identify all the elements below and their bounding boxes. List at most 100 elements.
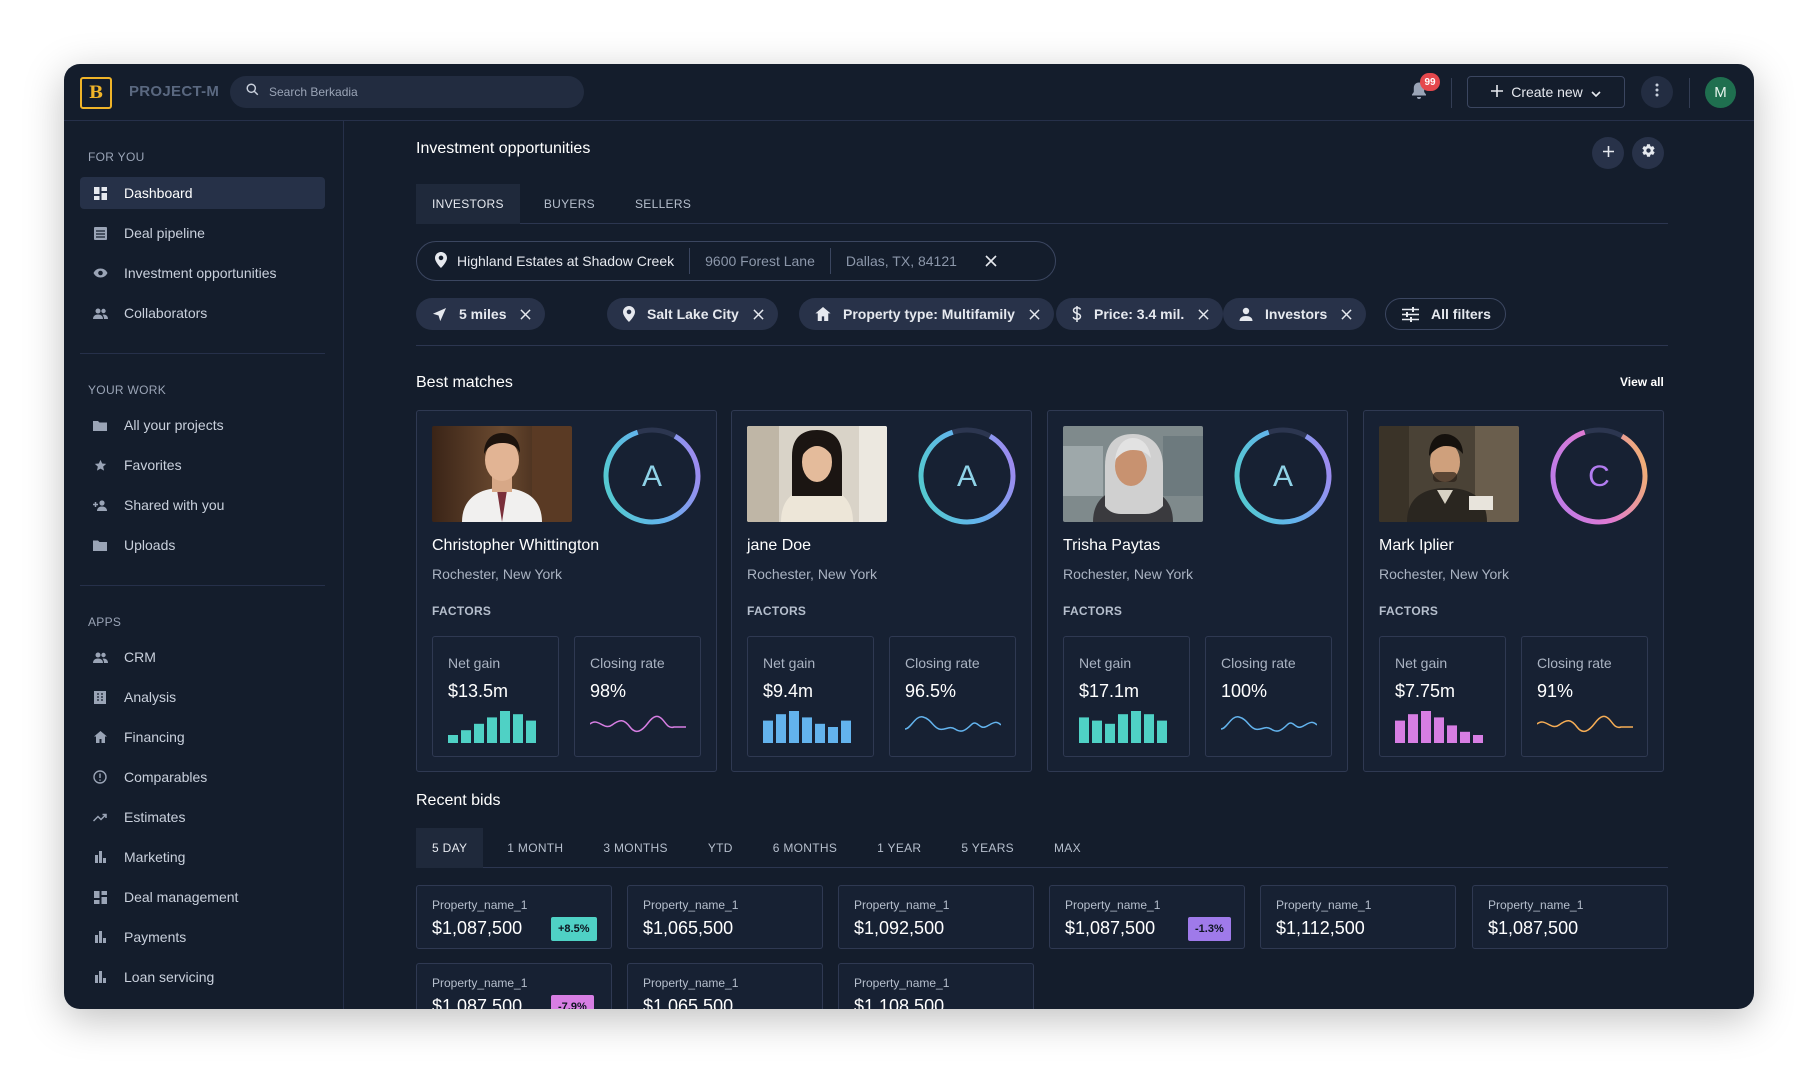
sidebar-item-loan-servicing[interactable]: Loan servicing [80, 961, 325, 993]
bid-card[interactable]: Property_name_1 $1,065,500 [627, 885, 823, 949]
range-tab-5-day[interactable]: 5 DAY [416, 828, 484, 868]
bid-card[interactable]: Property_name_1 $1,065,500 [627, 963, 823, 1009]
bid-card[interactable]: Property_name_1 $1,087,500 -1.3% [1049, 885, 1245, 949]
app-logo[interactable]: B [80, 77, 112, 109]
divider [1451, 78, 1452, 108]
investor-name: jane Doe [747, 537, 812, 554]
property-name: Property_name_1 [643, 976, 739, 990]
location-address: 9600 Forest Lane [705, 253, 815, 269]
sidebar-item-deal-management[interactable]: Deal management [80, 881, 325, 913]
sidebar-item-label: Shared with you [124, 497, 225, 513]
range-tab-max[interactable]: MAX [1038, 828, 1097, 868]
sidebar-item-label: All your projects [124, 417, 224, 433]
top-bar: B PROJECT-M 99 Create new M [64, 64, 1754, 121]
close-icon[interactable] [985, 255, 997, 267]
close-icon[interactable] [1198, 308, 1209, 320]
create-new-button[interactable]: Create new [1467, 76, 1625, 108]
range-tab-5-years[interactable]: 5 YEARS [945, 828, 1030, 868]
sidebar-item-investment-opportunities[interactable]: Investment opportunities [80, 257, 325, 289]
filter-chip-label: Investors [1265, 306, 1328, 322]
search-input[interactable] [269, 85, 549, 99]
filter-sliders-icon [1402, 306, 1419, 322]
tab-sellers[interactable]: SELLERS [619, 184, 707, 224]
closing-rate-label: Closing rate [1221, 655, 1296, 671]
investor-location: Rochester, New York [1379, 566, 1509, 582]
factors-label: FACTORS [747, 604, 807, 618]
net-gain-bar [1395, 720, 1405, 743]
match-card[interactable]: A jane Doe Rochester, New York FACTORS N… [731, 410, 1032, 772]
investor-location: Rochester, New York [1063, 566, 1193, 582]
sidebar-item-all-your-projects[interactable]: All your projects [80, 409, 325, 441]
filter-chip-price[interactable]: Price: 3.4 mil. [1056, 298, 1224, 330]
filter-chip-distance[interactable]: 5 miles [416, 298, 546, 330]
sidebar-item-collaborators[interactable]: Collaborators [80, 297, 325, 329]
net-gain-box: Net gain $9.4m [747, 636, 874, 757]
match-card[interactable]: C Mark Iplier Rochester, New York FACTOR… [1363, 410, 1664, 772]
bid-card[interactable]: Property_name_1 $1,087,500 +8.5% [416, 885, 612, 949]
bid-card[interactable]: Property_name_1 $1,087,500 -7.9% [416, 963, 612, 1009]
all-filters-button[interactable]: All filters [1385, 298, 1506, 330]
eye-icon [92, 265, 108, 281]
range-tab-1-month[interactable]: 1 MONTH [491, 828, 579, 868]
match-card[interactable]: A Christopher Whittington Rochester, New… [416, 410, 717, 772]
location-filter[interactable]: Highland Estates at Shadow Creek 9600 Fo… [416, 241, 1056, 281]
close-icon[interactable] [520, 308, 532, 320]
factors-label: FACTORS [1379, 604, 1439, 618]
range-tab-3-months[interactable]: 3 MONTHS [587, 828, 683, 868]
search-bar[interactable] [230, 76, 584, 108]
sidebar-item-analysis[interactable]: Analysis [80, 681, 325, 713]
match-card[interactable]: A Trisha Paytas Rochester, New York FACT… [1047, 410, 1348, 772]
sidebar-item-label: Collaborators [124, 305, 208, 321]
divider [416, 345, 1668, 346]
sidebar-item-financing[interactable]: Financing [80, 721, 325, 753]
bid-card[interactable]: Property_name_1 $1,108,500 [838, 963, 1034, 1009]
sidebar-item-deal-pipeline[interactable]: Deal pipeline [80, 217, 325, 249]
investor-name: Christopher Whittington [432, 537, 600, 554]
sidebar-item-shared-with-you[interactable]: Shared with you [80, 489, 325, 521]
tab-investors[interactable]: INVESTORS [416, 184, 520, 224]
sidebar-item-payments[interactable]: Payments [80, 921, 325, 953]
bid-card[interactable]: Property_name_1 $1,087,500 [1472, 885, 1668, 949]
net-gain-bar [1144, 714, 1154, 743]
add-button[interactable] [1592, 137, 1624, 169]
closing-rate-box: Closing rate 91% [1521, 636, 1648, 757]
gear-icon [1641, 143, 1656, 163]
filter-chip-investors[interactable]: Investors [1223, 298, 1367, 330]
sidebar-item-favorites[interactable]: Favorites [80, 449, 325, 481]
bid-card[interactable]: Property_name_1 $1,092,500 [838, 885, 1034, 949]
settings-button[interactable] [1632, 137, 1664, 169]
close-icon[interactable] [1341, 308, 1352, 320]
kebab-menu-icon [1655, 83, 1659, 102]
all-filters-label: All filters [1431, 306, 1491, 322]
tab-buyers[interactable]: BUYERS [528, 184, 611, 224]
sidebar-item-estimates[interactable]: Estimates [80, 801, 325, 833]
close-icon[interactable] [1029, 308, 1040, 320]
net-gain-bar [500, 711, 510, 743]
grade-ring: A [603, 427, 701, 525]
sidebar-item-label: Uploads [124, 537, 176, 553]
sidebar-item-comparables[interactable]: Comparables [80, 761, 325, 793]
more-options-button[interactable] [1641, 76, 1673, 108]
pin-icon [623, 306, 635, 322]
sidebar-item-dashboard[interactable]: Dashboard [80, 177, 325, 209]
bid-card[interactable]: Property_name_1 $1,112,500 [1260, 885, 1456, 949]
filter-chip-label: 5 miles [459, 306, 507, 322]
bar-chart-icon [92, 849, 108, 865]
net-gain-value: $17.1m [1079, 681, 1140, 701]
view-all-link[interactable]: View all [1620, 375, 1664, 389]
range-tab-6-months[interactable]: 6 MONTHS [757, 828, 853, 868]
filter-chip-city[interactable]: Salt Lake City [607, 298, 778, 330]
sidebar-item-label: CRM [124, 649, 156, 665]
people-icon [92, 649, 108, 665]
filter-chip-property-type[interactable]: Property type: Multifamily [799, 298, 1054, 330]
sidebar-item-marketing[interactable]: Marketing [80, 841, 325, 873]
location-city: Dallas, TX, 84121 [845, 253, 957, 269]
recent-bids-title: Recent bids [416, 792, 501, 809]
close-icon[interactable] [753, 308, 764, 320]
user-avatar[interactable]: M [1705, 77, 1736, 108]
range-tab-1-year[interactable]: 1 YEAR [861, 828, 937, 868]
sidebar-item-crm[interactable]: CRM [80, 641, 325, 673]
range-tab-ytd[interactable]: YTD [692, 828, 749, 868]
grade-label: A [957, 460, 977, 493]
sidebar-item-uploads[interactable]: Uploads [80, 529, 325, 561]
